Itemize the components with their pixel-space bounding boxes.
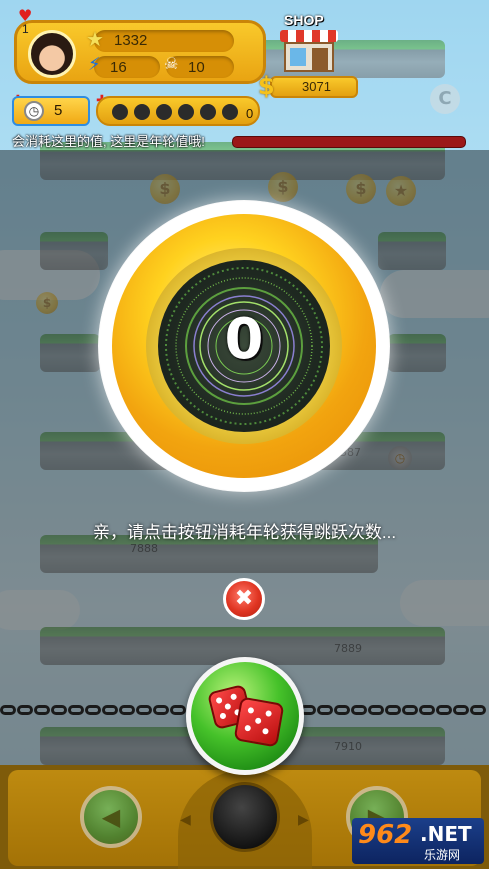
bomb-icon [178, 104, 194, 120]
dice-icon [233, 696, 285, 748]
watermark-number: 962 [358, 820, 413, 850]
bomb-icon [112, 104, 128, 120]
watermark-suffix: .NET [420, 822, 472, 846]
dollar-icon: $ [258, 72, 275, 100]
timer-count: 5 [54, 102, 63, 119]
shop-label: SHOP [284, 12, 324, 28]
ring-value: 0 [224, 307, 264, 372]
bomb-item[interactable]: 0 [96, 96, 260, 126]
hint-text: 会消耗这里的值, 这里是年轮值哦! [12, 134, 205, 149]
roll-dice-button[interactable] [186, 657, 304, 775]
star-icon: ★ [86, 27, 104, 51]
bomb-count: 0 [246, 106, 254, 121]
shop-button[interactable]: SHOP [276, 12, 342, 74]
move-left-button[interactable]: ◀ [80, 786, 142, 848]
chain-right [300, 703, 486, 717]
stars-count: 1332 [114, 32, 148, 49]
close-icon: ✖ [234, 586, 254, 611]
hint-tooltip: 会消耗这里的值, 这里是年轮值哦! [8, 130, 466, 150]
shop-awning [280, 30, 338, 42]
bomb-icon [222, 104, 238, 120]
shop-door [312, 48, 328, 70]
heart-icon: ♥ [18, 6, 33, 25]
close-button[interactable]: ✖ [223, 578, 265, 620]
watermark-cn: 乐游网 [424, 848, 461, 862]
skull-icon: ☠ [164, 54, 179, 73]
energy-count: 16 [110, 59, 127, 76]
lightning-icon: ⚡ [88, 54, 101, 75]
left-small-arrow-icon: ◀ [180, 812, 191, 828]
bomb-icon [134, 104, 150, 120]
chain-left [0, 703, 186, 717]
jump-button[interactable] [210, 782, 280, 852]
bomb-icon [156, 104, 172, 120]
timer-item[interactable]: ◷ 5 [12, 96, 90, 126]
copyright-coin-icon: C [430, 84, 460, 114]
clock-icon: ◷ [24, 101, 44, 121]
avatar[interactable] [28, 30, 76, 78]
lives-count: 1 [22, 22, 29, 36]
right-small-arrow-icon: ▶ [298, 812, 309, 828]
instruction-message: 亲，请点击按钮消耗年轮获得跳跃次数... [92, 523, 397, 542]
energy-pill [94, 56, 160, 78]
shop-window [290, 48, 306, 66]
bomb-icon [200, 104, 216, 120]
site-watermark-logo: 962 .NET 乐游网 [352, 818, 484, 864]
skulls-count: 10 [188, 59, 205, 76]
left-arrow-icon: ◀ [101, 803, 121, 831]
coins-count: 3071 [302, 79, 331, 94]
